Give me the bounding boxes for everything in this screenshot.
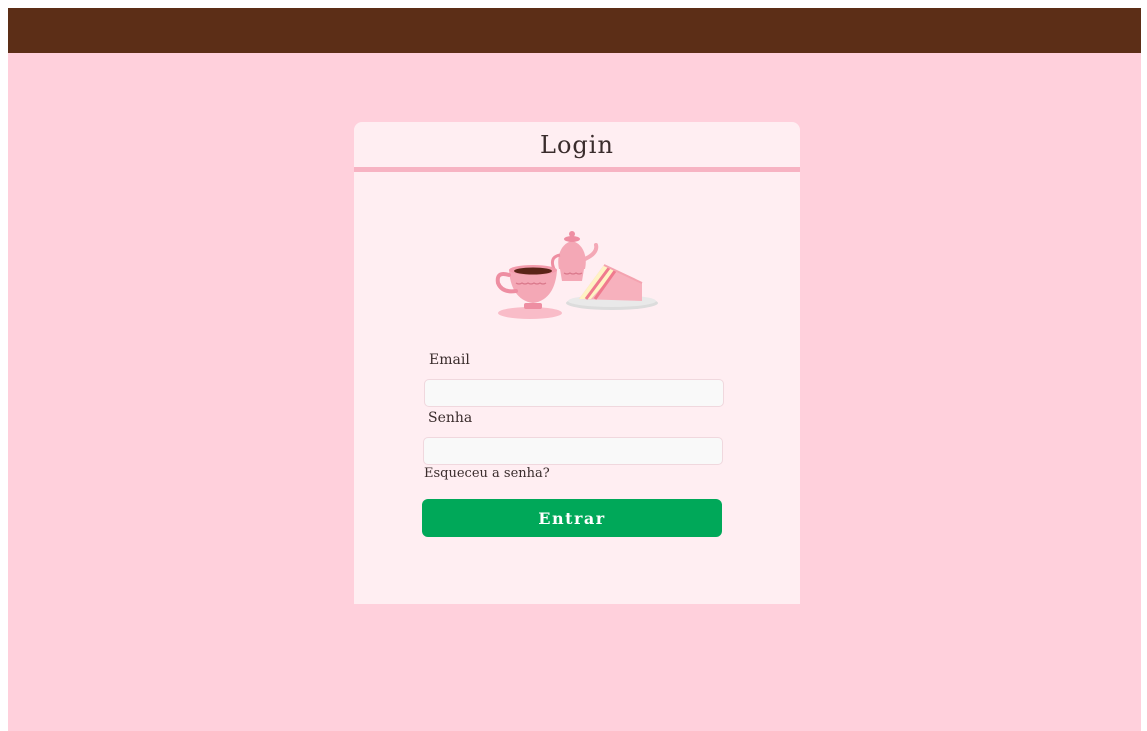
forgot-password-link[interactable]: Esqueceu a senha? (424, 466, 550, 481)
top-bar (8, 8, 1141, 53)
header-divider (354, 167, 800, 172)
email-field[interactable] (424, 379, 724, 407)
password-field[interactable] (423, 437, 723, 465)
login-card: Login Email Senha Esqueceu a senha? Entr… (354, 122, 800, 604)
login-card-header: Login (354, 122, 800, 167)
password-label: Senha (428, 410, 473, 426)
login-button[interactable]: Entrar (422, 499, 722, 537)
email-label: Email (429, 352, 470, 368)
tea-cake-illustration (495, 231, 658, 319)
page-frame: Login Email Senha Esqueceu a senha? Entr… (8, 8, 1141, 731)
login-title: Login (540, 130, 614, 159)
